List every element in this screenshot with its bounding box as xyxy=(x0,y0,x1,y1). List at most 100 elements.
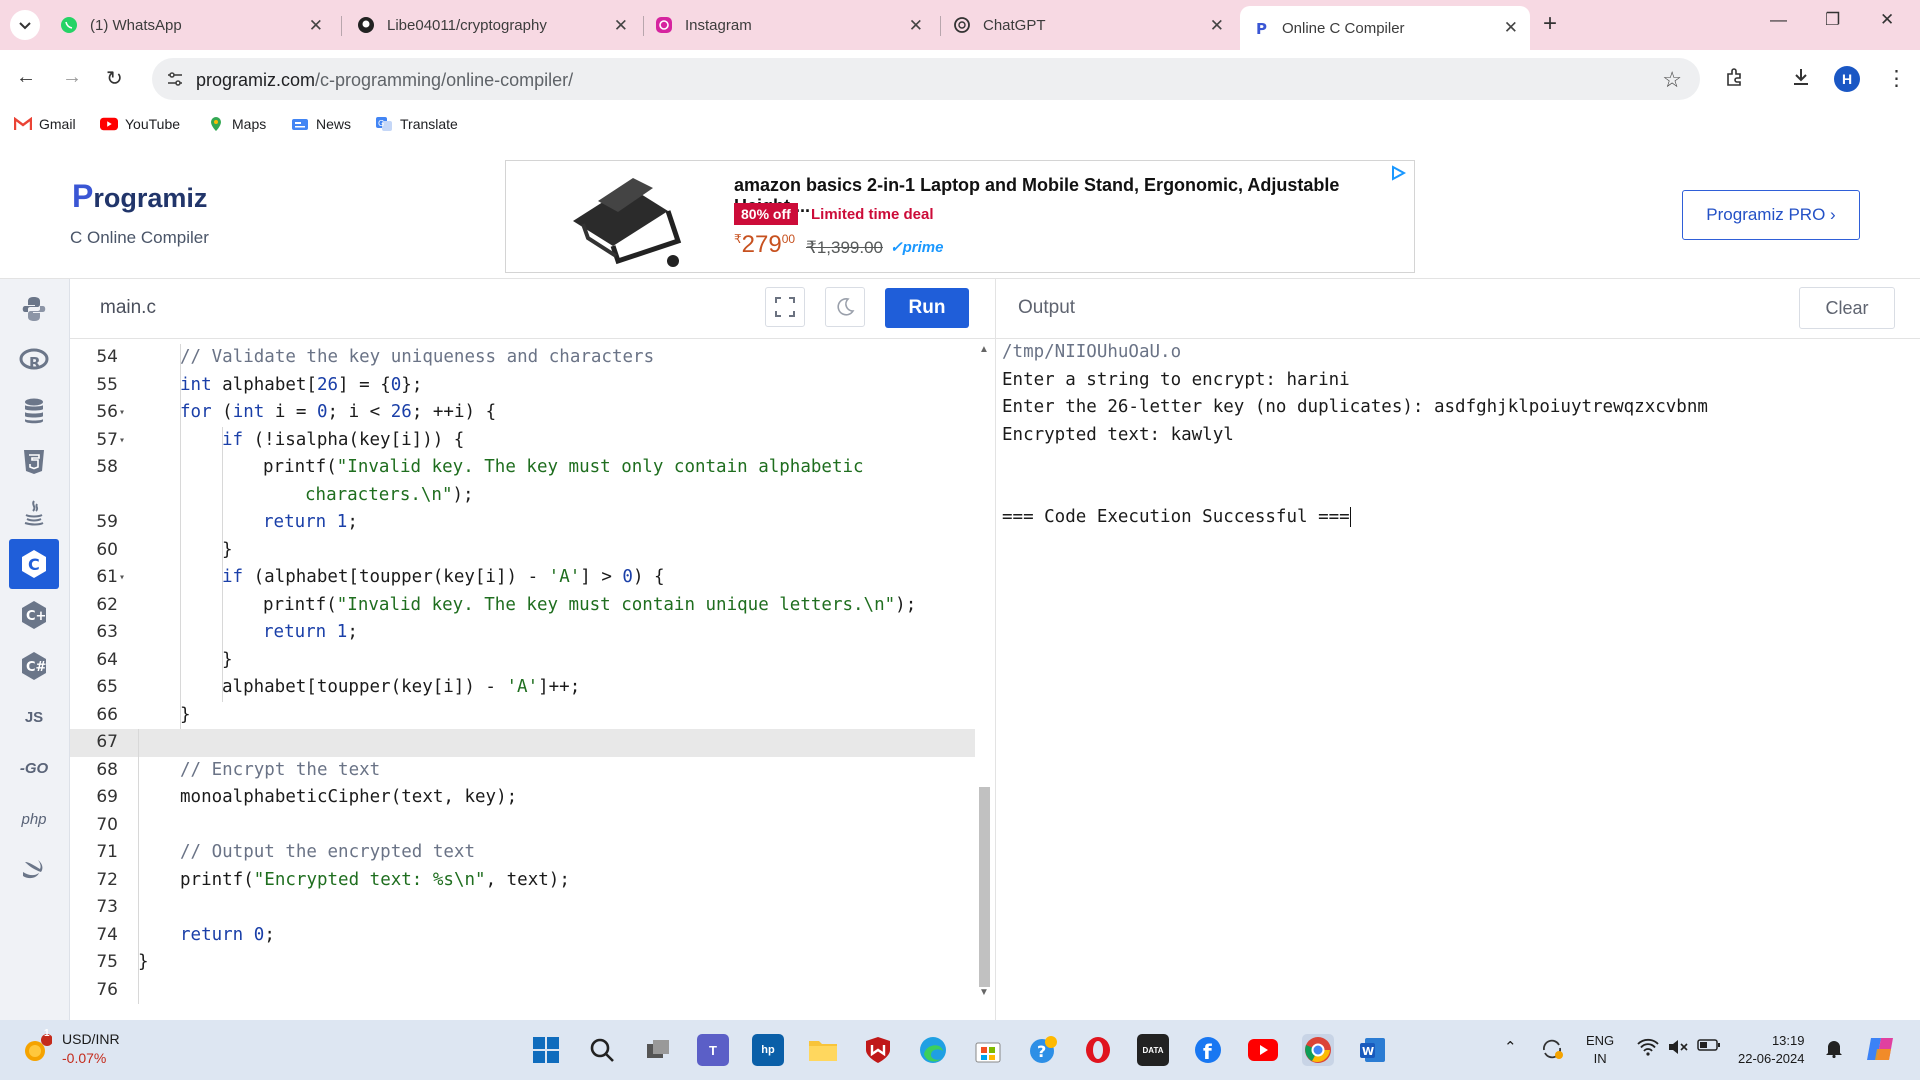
github-icon xyxy=(357,16,375,34)
text-caret xyxy=(1349,507,1351,527)
start-windows-icon[interactable] xyxy=(530,1034,562,1066)
myhp-icon[interactable]: hp xyxy=(752,1034,784,1066)
code-line: 68// Encrypt the text xyxy=(96,759,381,780)
close-tab-icon[interactable]: ✕ xyxy=(909,16,923,36)
code-line: 72 printf("Encrypted text: %s\n", text); xyxy=(96,869,570,890)
svg-text:R: R xyxy=(29,354,41,372)
bookmark-translate[interactable]: G Translate xyxy=(375,116,458,132)
mcafee-icon[interactable] xyxy=(862,1034,894,1066)
microsoft-store-icon[interactable] xyxy=(972,1034,1004,1066)
wifi-icon[interactable] xyxy=(1637,1038,1659,1056)
file-explorer-icon[interactable] xyxy=(807,1034,839,1066)
close-window-button[interactable]: ✕ xyxy=(1880,10,1894,30)
facebook-icon[interactable]: f xyxy=(1192,1034,1224,1066)
php-icon[interactable]: php xyxy=(9,794,59,844)
opera-icon[interactable] xyxy=(1082,1034,1114,1066)
chevron-down-icon xyxy=(19,22,31,30)
swift-icon[interactable] xyxy=(9,845,59,895)
youtube-app-icon[interactable] xyxy=(1247,1034,1279,1066)
tab-online-c-compiler[interactable]: P Online C Compiler ✕ xyxy=(1240,6,1530,50)
logo-initial: P xyxy=(72,178,94,214)
reload-button[interactable]: ↻ xyxy=(106,66,123,91)
address-bar[interactable]: programiz.com/c-programming/online-compi… xyxy=(152,58,1700,100)
tab-search-button[interactable] xyxy=(10,10,40,40)
run-button[interactable]: Run xyxy=(885,288,969,328)
notification-bell-icon[interactable] xyxy=(1825,1038,1843,1058)
close-tab-icon[interactable]: ✕ xyxy=(309,16,323,36)
close-tab-icon[interactable]: ✕ xyxy=(1210,16,1224,36)
volume-muted-icon[interactable] xyxy=(1667,1038,1689,1056)
scroll-down-icon[interactable]: ▼ xyxy=(979,987,989,998)
profile-avatar[interactable]: H xyxy=(1834,66,1860,92)
chevron-up-icon[interactable]: ⌃ xyxy=(1504,1038,1517,1056)
stock-widget[interactable]: 1 USD/INR -0.07% xyxy=(22,1028,120,1068)
new-tab-button[interactable]: + xyxy=(1543,10,1557,38)
sql-icon[interactable] xyxy=(9,386,59,436)
search-icon[interactable] xyxy=(586,1034,618,1066)
programiz-pro-button[interactable]: Programiz PRO › xyxy=(1682,190,1860,240)
minimize-button[interactable]: — xyxy=(1770,10,1787,30)
advertisement-banner[interactable]: amazon basics 2-in-1 Laptop and Mobile S… xyxy=(505,160,1415,273)
tab-instagram[interactable]: Instagram ✕ xyxy=(655,9,935,41)
c-icon[interactable]: C xyxy=(9,539,59,589)
download-icon[interactable] xyxy=(1790,66,1812,88)
adchoices-icon[interactable] xyxy=(1390,165,1406,181)
site-info-icon[interactable] xyxy=(166,70,184,88)
close-tab-icon[interactable]: ✕ xyxy=(1504,18,1518,38)
java-icon[interactable] xyxy=(9,488,59,538)
tab-chatgpt[interactable]: ChatGPT ✕ xyxy=(953,9,1236,41)
r-icon[interactable]: R xyxy=(9,335,59,385)
close-tab-icon[interactable]: ✕ xyxy=(614,16,628,36)
clear-button[interactable]: Clear xyxy=(1799,287,1895,329)
url-host: programiz.com xyxy=(196,70,316,90)
system-clock[interactable]: 13:19 22-06-2024 xyxy=(1738,1032,1805,1068)
bookmark-star-icon[interactable]: ☆ xyxy=(1662,67,1682,93)
bookmark-gmail[interactable]: Gmail xyxy=(14,116,76,132)
ad-old-price: ₹1,399.00 xyxy=(806,238,883,257)
sync-icon[interactable] xyxy=(1540,1038,1564,1060)
csharp-icon[interactable]: C# xyxy=(9,641,59,691)
help-icon[interactable]: ? xyxy=(1027,1034,1059,1066)
svg-text:P: P xyxy=(1256,20,1267,37)
copilot-icon[interactable] xyxy=(1865,1034,1897,1064)
code-editor[interactable]: 54// Validate the key uniqueness and cha… xyxy=(70,339,975,1020)
fullscreen-button[interactable] xyxy=(765,287,805,327)
cpp-icon[interactable]: C+ xyxy=(9,590,59,640)
restore-button[interactable]: ❐ xyxy=(1825,10,1840,30)
tab-whatsapp[interactable]: (1) WhatsApp ✕ xyxy=(60,9,335,41)
scrollbar-thumb[interactable] xyxy=(979,787,990,987)
file-tab-main-c[interactable]: main.c xyxy=(100,297,156,319)
programiz-logo[interactable]: Programiz xyxy=(72,178,207,215)
code-line: 74 return 0; xyxy=(96,924,275,945)
code-line: 63 return 1; xyxy=(96,622,358,642)
tab-github[interactable]: Libe04011/cryptography ✕ xyxy=(357,9,640,41)
bookmarks-bar: Gmail YouTube Maps News G Translate xyxy=(0,108,1920,142)
bookmark-maps[interactable]: Maps xyxy=(207,116,266,132)
battery-icon[interactable] xyxy=(1697,1038,1721,1052)
fullscreen-icon xyxy=(775,297,795,317)
notification-count: 1 xyxy=(44,1028,50,1039)
menu-kebab-icon[interactable]: ⋮ xyxy=(1886,66,1907,91)
forward-button[interactable]: → xyxy=(62,66,82,89)
chrome-icon[interactable] xyxy=(1302,1034,1334,1066)
bookmark-news[interactable]: News xyxy=(291,116,351,132)
extensions-icon[interactable] xyxy=(1724,66,1746,88)
teams-icon[interactable]: T xyxy=(697,1034,729,1066)
word-icon[interactable]: W xyxy=(1357,1034,1389,1066)
dark-mode-toggle[interactable] xyxy=(825,287,865,327)
output-console[interactable]: /tmp/NIIOUhuOaU.o Enter a string to encr… xyxy=(995,339,1920,1020)
back-button[interactable]: ← xyxy=(16,66,36,89)
language-indicator[interactable]: ENG IN xyxy=(1586,1032,1614,1068)
editor-scrollbar[interactable]: ▲ ▼ xyxy=(975,339,995,1020)
js-icon[interactable]: JS xyxy=(9,692,59,742)
task-view-icon[interactable] xyxy=(642,1034,674,1066)
python-icon[interactable] xyxy=(9,284,59,334)
bookmark-youtube[interactable]: YouTube xyxy=(100,116,180,132)
scroll-up-icon[interactable]: ▲ xyxy=(979,344,989,355)
edge-icon[interactable] xyxy=(917,1034,949,1066)
code-line: 70 xyxy=(96,814,118,835)
code-line: 66} xyxy=(96,704,191,725)
html-icon[interactable] xyxy=(9,437,59,487)
app-icon[interactable]: DATA xyxy=(1137,1034,1169,1066)
go-icon[interactable]: -GO xyxy=(9,743,59,793)
